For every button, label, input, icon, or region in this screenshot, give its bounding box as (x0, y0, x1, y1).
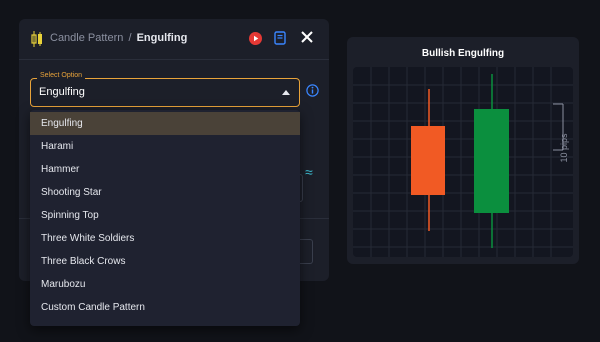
dropdown-option-three-white-soldiers[interactable]: Three White Soldiers (30, 227, 300, 250)
dropdown-option-harami[interactable]: Harami (30, 135, 300, 158)
breadcrumb-section: Candle Pattern (50, 32, 124, 44)
dropdown-option-spinning-top[interactable]: Spinning Top (30, 204, 300, 227)
pattern-preview-card: Bullish Engulfing 10 pips (347, 37, 579, 264)
close-icon[interactable] (300, 30, 314, 44)
candlestick-icon (31, 31, 42, 47)
play-icon[interactable] (249, 32, 262, 45)
info-icon[interactable] (306, 84, 319, 97)
pattern-select[interactable]: Select Option Engulfing (30, 72, 300, 107)
preview-title: Bullish Engulfing (421, 48, 505, 59)
pattern-dropdown-list: Engulfing Harami Hammer Shooting Star Sp… (30, 110, 300, 326)
bearish-candle (411, 89, 445, 231)
dropdown-option-shooting-star[interactable]: Shooting Star (30, 181, 300, 204)
pips-label: 10 pips (559, 133, 569, 163)
book-icon[interactable] (274, 31, 286, 45)
candle-preview-plot: 10 pips (353, 67, 573, 257)
dropdown-option-custom-candle-pattern[interactable]: Custom Candle Pattern (30, 296, 300, 319)
approx-wave-icon[interactable]: ≈ (305, 164, 313, 180)
panel-header: Candle Pattern / Engulfing (19, 19, 329, 60)
dropdown-option-three-black-crows[interactable]: Three Black Crows (30, 250, 300, 273)
breadcrumb: Candle Pattern / Engulfing (50, 32, 187, 44)
dropdown-option-marubozu[interactable]: Marubozu (30, 273, 300, 296)
caret-up-icon[interactable] (282, 90, 290, 95)
breadcrumb-separator: / (128, 32, 132, 44)
dropdown-option-engulfing[interactable]: Engulfing (30, 112, 300, 135)
dropdown-option-hammer[interactable]: Hammer (30, 158, 300, 181)
candle-preview-svg (353, 67, 573, 257)
breadcrumb-current: Engulfing (136, 32, 188, 44)
select-label: Select Option (37, 72, 86, 79)
select-value: Engulfing (39, 86, 85, 98)
